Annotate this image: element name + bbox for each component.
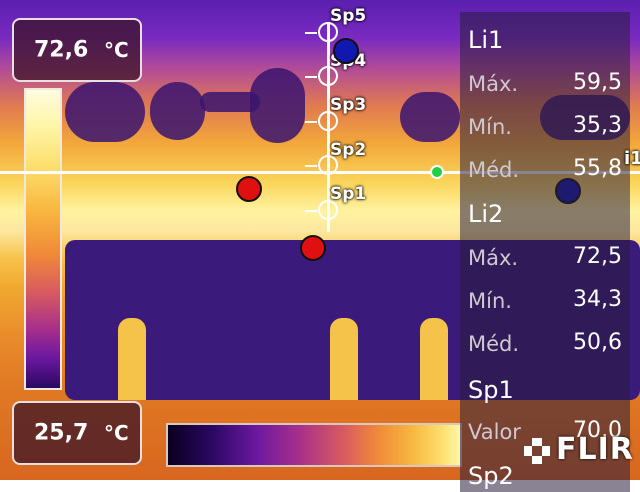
palette-bar <box>166 423 462 467</box>
spot-label-sp2: Sp2 <box>330 140 367 160</box>
sp1-value-label: Valor <box>468 420 521 444</box>
min-temp-unit: °C <box>104 421 129 445</box>
min-temp-value: 25,7 <box>34 420 89 446</box>
li2-min-label: Mín. <box>468 289 512 313</box>
min-temp-box: 25,7 °C <box>12 401 142 465</box>
spot-label-sp3: Sp3 <box>330 95 367 115</box>
flir-logo-icon <box>524 438 550 464</box>
li1-min-value: 35,3 <box>573 113 622 138</box>
sp2-title: Sp2 <box>468 462 514 490</box>
li1-max-value: 59,5 <box>573 70 622 95</box>
thermal-shape <box>65 82 145 142</box>
li2-med-value: 50,6 <box>573 330 622 355</box>
li2-max-label: Máx. <box>468 246 519 270</box>
sp1-title: Sp1 <box>468 376 514 404</box>
li1-title: Li1 <box>468 26 504 54</box>
hot-spot-marker <box>236 176 262 202</box>
measurement-panel: Li1 Máx. 59,5 Mín. 35,3 Méd. 55,8 Li2 Má… <box>460 12 630 492</box>
thermal-fork <box>420 318 448 400</box>
spot-label-sp5: Sp5 <box>330 6 367 26</box>
max-temp-box: 72,6 °C <box>12 18 142 82</box>
li2-title: Li2 <box>468 200 504 228</box>
thermal-shape <box>400 92 460 142</box>
hot-spot-marker <box>300 235 326 261</box>
spot-label-sp1: Sp1 <box>330 184 367 204</box>
li1-max-label: Máx. <box>468 72 519 96</box>
temperature-scale-bar <box>24 88 62 390</box>
spot-tick <box>305 32 317 34</box>
spot-tick <box>305 76 317 78</box>
thermal-shape <box>250 68 305 143</box>
brand-logo-text: FLIR <box>556 432 634 467</box>
cold-spot-marker <box>333 38 359 64</box>
spot-tick <box>305 165 317 167</box>
li1-med-label: Méd. <box>468 158 520 182</box>
thermal-fork <box>330 318 358 400</box>
spot-tick <box>305 210 317 212</box>
li2-max-value: 72,5 <box>573 244 622 269</box>
li1-med-value: 55,8 <box>573 156 622 181</box>
li1-min-label: Mín. <box>468 115 512 139</box>
max-temp-value: 72,6 <box>34 37 89 63</box>
thermal-fork <box>118 318 146 400</box>
li2-med-label: Méd. <box>468 332 520 356</box>
max-temp-unit: °C <box>104 38 129 62</box>
line-label-li1: i1 <box>624 148 640 169</box>
line-endpoint-handle[interactable] <box>430 165 444 179</box>
thermal-shape <box>150 82 205 140</box>
spot-tick <box>305 121 317 123</box>
li2-min-value: 34,3 <box>573 287 622 312</box>
